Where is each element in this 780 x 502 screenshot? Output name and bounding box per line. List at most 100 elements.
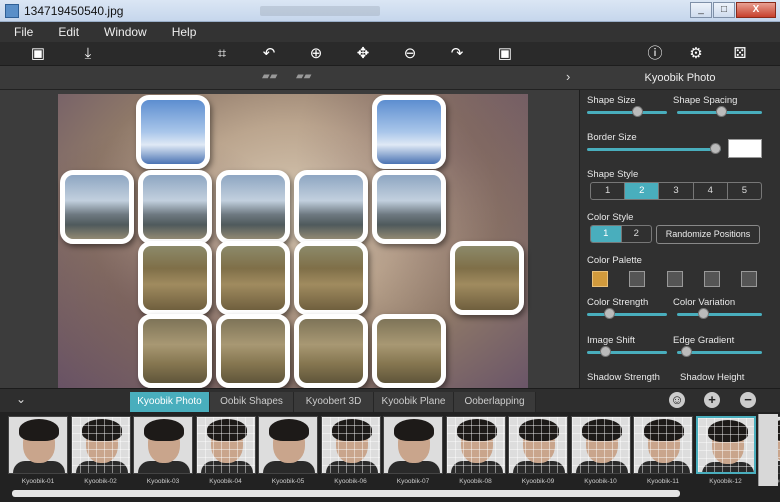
color-style-1[interactable]: 1 (591, 226, 622, 242)
photo-tile (294, 170, 368, 244)
preset-thumbnail[interactable] (633, 416, 693, 474)
preset-thumbnail[interactable] (508, 416, 568, 474)
info-icon[interactable]: ⓘ (645, 44, 665, 64)
preset-thumbnail[interactable] (695, 416, 756, 474)
photo-tile (138, 314, 212, 388)
preset-thumbnail[interactable] (195, 416, 256, 474)
menu-window[interactable]: Window (104, 25, 147, 39)
preset-icon[interactable]: ☺ (669, 392, 685, 408)
preset-thumbnail-label: Kyoobik-03 (146, 478, 180, 485)
color-variation-label: Color Variation (673, 297, 736, 308)
random-dice-icon[interactable]: ⚄ (730, 44, 750, 64)
edge-gradient-label: Edge Gradient (673, 335, 735, 346)
border-size-slider[interactable] (587, 148, 721, 151)
preset-thumbnail-label: Kyoobik-11 (646, 478, 680, 485)
flip-horizontal-icon[interactable]: ▰▰ (262, 71, 277, 82)
collapse-chevron-icon[interactable]: ⌄ (16, 392, 26, 406)
color-variation-knob[interactable] (698, 308, 709, 319)
preset-thumbnail-strip: Kyoobik-01 Kyoobik-02 Kyoobik-03 Kyoobik-04… (0, 412, 780, 502)
preset-thumbnail[interactable] (133, 416, 193, 474)
open-image-icon[interactable]: ▣ (28, 44, 48, 64)
preset-thumbnail[interactable] (445, 416, 506, 474)
palette-swatch-5[interactable] (741, 271, 757, 287)
tab-oobik-shapes[interactable]: Oobik Shapes (210, 392, 294, 412)
preset-thumbnail[interactable] (70, 416, 131, 474)
randomize-positions-button[interactable]: Randomize Positions (656, 225, 760, 244)
flip-vertical-icon[interactable]: ▰▰ (296, 71, 311, 82)
shape-style-5[interactable]: 5 (728, 183, 761, 199)
close-button[interactable]: X (736, 2, 776, 18)
tab-kyoobert-3d[interactable]: Kyoobert 3D (294, 392, 374, 412)
image-canvas[interactable] (0, 90, 579, 388)
shape-spacing-knob[interactable] (716, 106, 727, 117)
shape-size-knob[interactable] (632, 106, 643, 117)
maximize-button[interactable]: □ (713, 2, 735, 18)
shape-style-3[interactable]: 3 (659, 183, 694, 199)
menu-file[interactable]: File (14, 25, 33, 39)
photo-tile (294, 241, 368, 315)
photo-tile (138, 170, 212, 244)
save-icon[interactable]: ⤓ (78, 44, 98, 64)
move-icon[interactable]: ✥ (353, 44, 373, 64)
photo-tile (294, 314, 368, 388)
preset-thumbnail-label: Kyoobik-05 (271, 478, 305, 485)
color-palette-label: Color Palette (587, 255, 642, 266)
shape-size-slider[interactable] (587, 111, 667, 114)
toolbar: ▣ ⤓ ⌗ ↶ ⊕ ✥ ⊖ ↷ ▣ ⓘ ⚙ ⚄ (0, 42, 780, 66)
shape-style-1[interactable]: 1 (591, 183, 626, 199)
export-icon[interactable]: ▣ (495, 44, 515, 64)
zoom-out-icon[interactable]: ⊖ (400, 44, 420, 64)
panel-toggle-icon[interactable]: › (566, 69, 570, 84)
image-shift-slider[interactable] (587, 351, 667, 354)
image-shift-knob[interactable] (600, 346, 611, 357)
border-color-swatch[interactable] (728, 139, 762, 158)
blurred-title-area (260, 6, 380, 16)
vertical-scrollbar[interactable] (758, 414, 778, 486)
preset-thumbnail[interactable] (320, 416, 381, 474)
color-style-label: Color Style (587, 212, 634, 223)
tab-kyoobik-plane[interactable]: Kyoobik Plane (374, 392, 454, 412)
border-size-label: Border Size (587, 132, 637, 143)
horizontal-scrollbar[interactable] (12, 490, 680, 497)
edge-gradient-knob[interactable] (681, 346, 692, 357)
photo-tile (372, 170, 446, 244)
menu-bar: File Edit Window Help (0, 22, 780, 42)
color-style-2[interactable]: 2 (622, 226, 652, 242)
minimize-button[interactable]: _ (690, 2, 712, 18)
shape-style-4[interactable]: 4 (694, 183, 728, 199)
color-strength-slider[interactable] (587, 313, 667, 316)
preset-thumbnail[interactable] (8, 416, 68, 474)
crop-icon[interactable]: ⌗ (212, 44, 232, 64)
remove-icon[interactable]: − (740, 392, 756, 408)
image-shift-label: Image Shift (587, 335, 636, 346)
photo-tile (216, 241, 290, 315)
color-strength-label: Color Strength (587, 297, 649, 308)
photo-tile (372, 314, 446, 388)
preset-thumbnail-label: Kyoobik-07 (396, 478, 430, 485)
shape-style-2[interactable]: 2 (625, 183, 660, 199)
color-variation-slider[interactable] (677, 313, 762, 316)
rotate-right-icon[interactable]: ↷ (447, 44, 467, 64)
zoom-in-icon[interactable]: ⊕ (306, 44, 326, 64)
preset-thumbnail[interactable] (383, 416, 443, 474)
shadow-height-label: Shadow Height (680, 372, 745, 383)
tab-kyoobik-photo[interactable]: Kyoobik Photo (130, 392, 210, 412)
menu-help[interactable]: Help (172, 25, 197, 39)
preset-thumbnail[interactable] (258, 416, 318, 474)
sub-toolbar: ▰▰ ▰▰ › Kyoobik Photo (0, 66, 780, 90)
menu-edit[interactable]: Edit (58, 25, 79, 39)
photo-tile (450, 241, 524, 315)
palette-swatch-1[interactable] (592, 271, 608, 287)
color-strength-knob[interactable] (604, 308, 615, 319)
palette-swatch-2[interactable] (629, 271, 645, 287)
preset-thumbnail-label: Kyoobik-04 (209, 478, 242, 485)
settings-icon[interactable]: ⚙ (686, 44, 706, 64)
palette-swatch-3[interactable] (667, 271, 683, 287)
preset-thumbnail[interactable] (570, 416, 631, 474)
rotate-left-icon[interactable]: ↶ (259, 44, 279, 64)
add-icon[interactable]: + (704, 392, 720, 408)
palette-swatch-4[interactable] (704, 271, 720, 287)
border-size-knob[interactable] (710, 143, 721, 154)
tab-ooberlapping[interactable]: Ooberlapping (454, 392, 536, 412)
preset-thumbnail-label: Kyoobik-09 (521, 478, 555, 485)
